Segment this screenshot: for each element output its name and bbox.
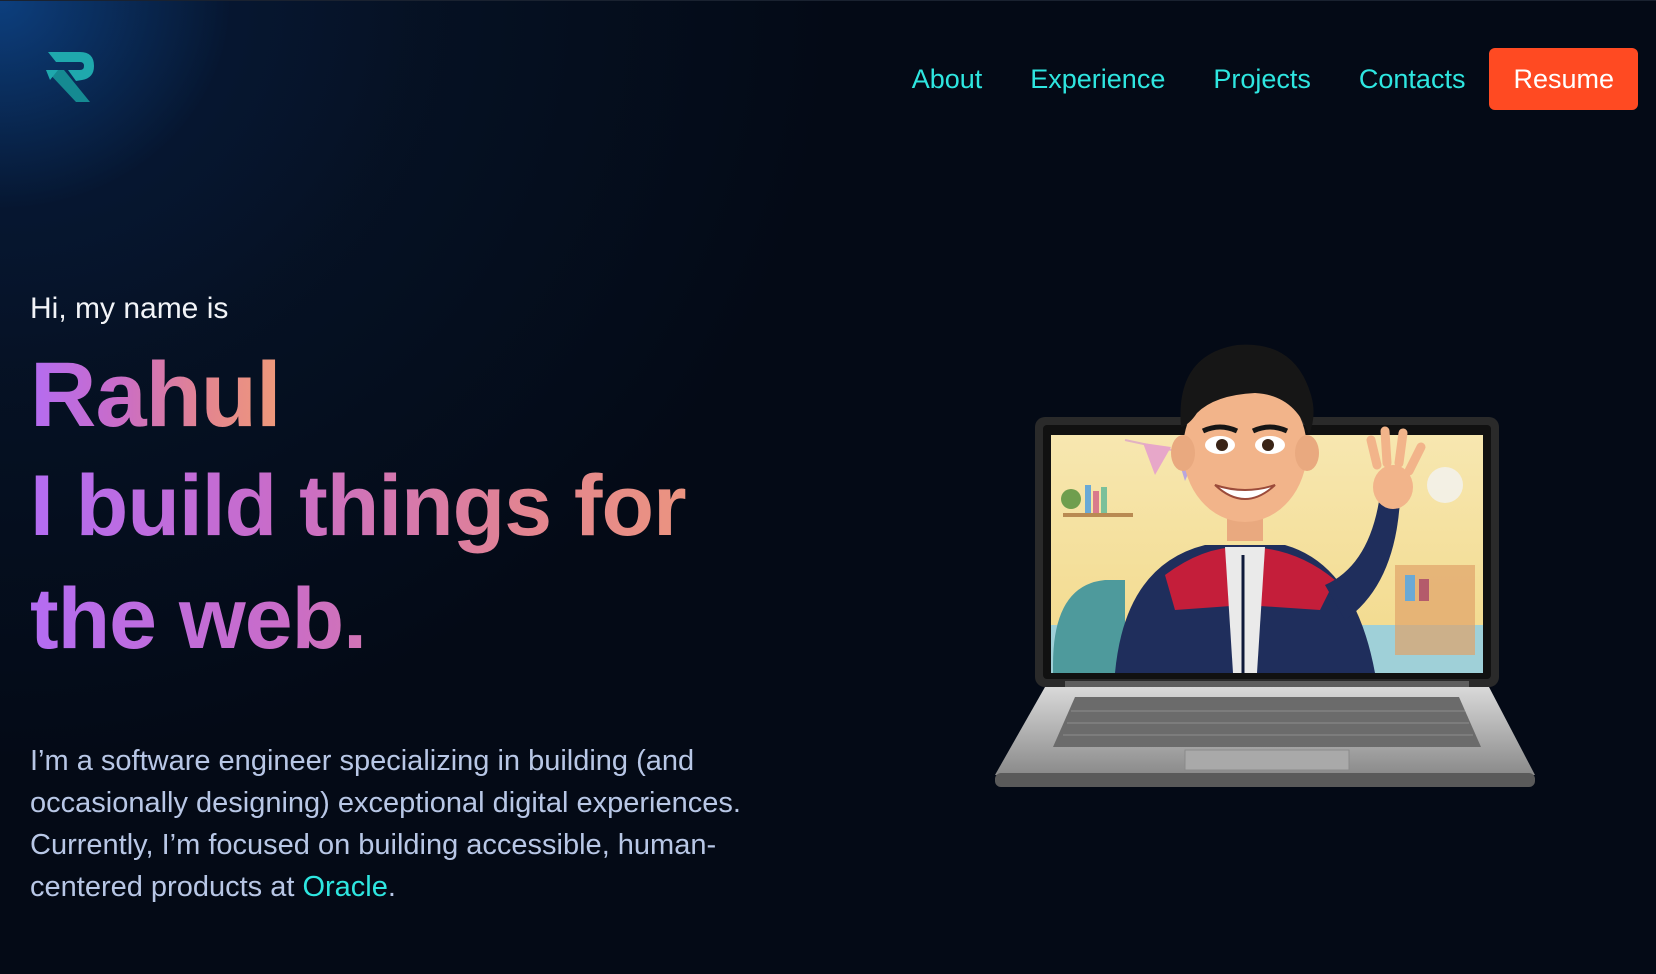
nav-contacts-link[interactable]: Contacts (1359, 64, 1466, 95)
avatar-laptop-illustration (975, 335, 1555, 835)
avatar-waving-from-laptop-illustration (995, 344, 1535, 787)
portfolio-page: About Experience Projects Contacts Resum… (0, 0, 1656, 974)
nav-projects-link[interactable]: Projects (1213, 64, 1311, 95)
main-nav: About Experience Projects Contacts Resum… (912, 48, 1638, 110)
nav-about-link[interactable]: About (912, 64, 983, 95)
company-link[interactable]: Oracle (302, 871, 387, 903)
site-logo[interactable] (42, 48, 100, 106)
nav-experience-link[interactable]: Experience (1030, 64, 1165, 95)
resume-button[interactable]: Resume (1489, 48, 1638, 110)
hero-greeting: Hi, my name is (30, 292, 229, 325)
hero-intro-end: . (387, 871, 396, 903)
hero-name: Rahul (30, 340, 282, 450)
hero-tagline: I build things for the web. (30, 450, 750, 676)
r-monogram-logo-icon (46, 52, 94, 102)
hero-intro: I’m a software engineer specializing in … (30, 740, 750, 908)
top-border (0, 0, 1656, 1)
